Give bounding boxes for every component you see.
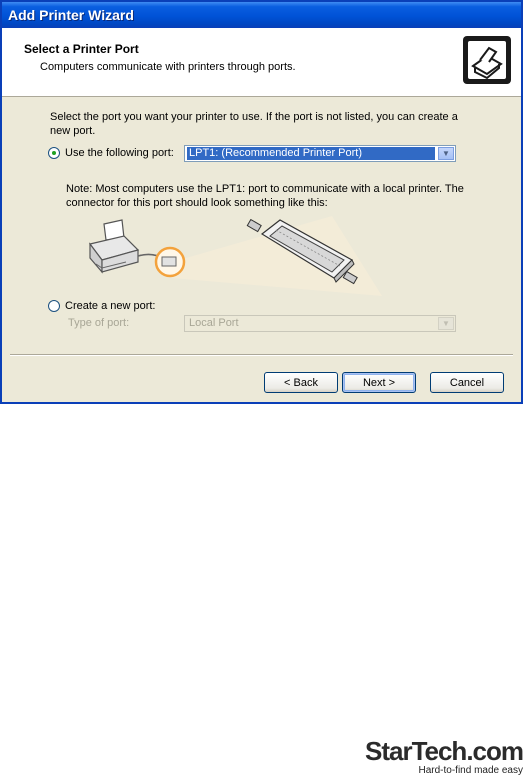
use-port-radio[interactable] xyxy=(48,147,60,159)
connector-note: Note: Most computers use the LPT1: port … xyxy=(66,183,464,209)
chevron-down-icon[interactable]: ▼ xyxy=(438,317,454,330)
header-subtitle: Computers communicate with printers thro… xyxy=(40,61,296,73)
create-port-radio[interactable] xyxy=(48,300,60,312)
add-printer-wizard-dialog: Add Printer Wizard Select a Printer Port… xyxy=(0,0,523,404)
lpt-connector-illustration xyxy=(82,216,402,296)
cancel-button[interactable]: Cancel xyxy=(430,372,504,393)
port-select-value: LPT1: (Recommended Printer Port) xyxy=(187,147,435,160)
port-type-value: Local Port xyxy=(189,317,239,329)
port-type-select[interactable]: Local Port ▼ xyxy=(184,315,456,332)
use-following-port-option[interactable]: Use the following port: xyxy=(48,147,174,159)
back-button[interactable]: < Back xyxy=(264,372,338,393)
footer-divider xyxy=(10,354,513,356)
create-port-label: Create a new port: xyxy=(65,300,156,312)
use-port-label: Use the following port: xyxy=(65,147,174,159)
instructions-text: Select the port you want your printer to… xyxy=(50,111,458,137)
title-bar[interactable]: Add Printer Wizard xyxy=(2,2,521,28)
port-type-label: Type of port: xyxy=(68,317,130,329)
wizard-header: Select a Printer Port Computers communic… xyxy=(2,28,521,97)
startech-logo: StarTech.com Hard-to-find made easy xyxy=(364,736,524,776)
header-title: Select a Printer Port xyxy=(24,42,139,56)
chevron-down-icon[interactable]: ▼ xyxy=(438,147,454,160)
create-new-port-option[interactable]: Create a new port: xyxy=(48,300,156,312)
printer-wizard-icon xyxy=(463,36,511,84)
printer-icon xyxy=(88,219,140,274)
window-title: Add Printer Wizard xyxy=(8,7,134,23)
next-button[interactable]: Next > xyxy=(342,372,416,393)
port-select[interactable]: LPT1: (Recommended Printer Port) ▼ xyxy=(184,145,456,162)
brand-name: StarTech.com xyxy=(364,736,524,766)
